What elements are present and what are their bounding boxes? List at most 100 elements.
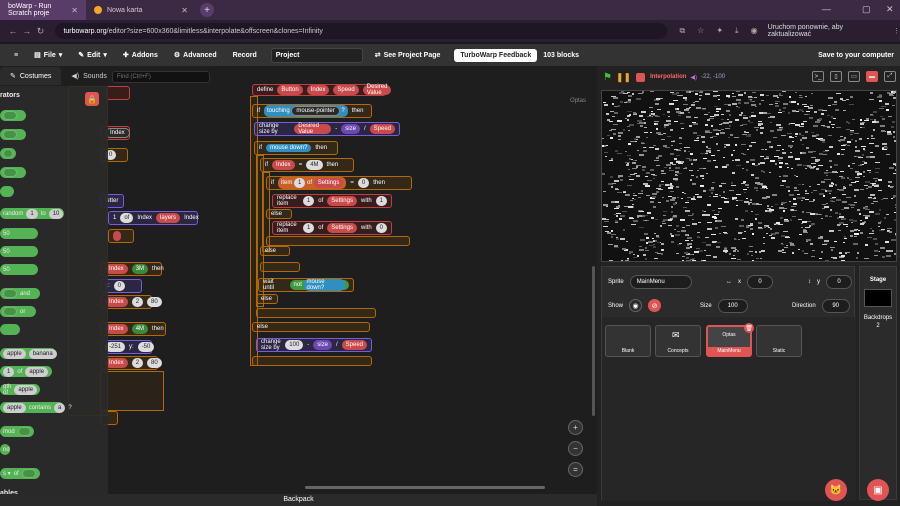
minimize-icon[interactable]: — bbox=[822, 4, 831, 14]
if-mouse-down-block[interactable]: if mouse down? then bbox=[254, 141, 338, 155]
palette-block[interactable] bbox=[0, 186, 14, 197]
code-workspace[interactable]: ✎ Costumes ◀) Sounds Find (Ctrl+F) Index 0… bbox=[0, 66, 597, 494]
bookmark-star-icon[interactable]: ☆ bbox=[697, 26, 704, 36]
extensions-icon[interactable]: ✦ bbox=[716, 26, 723, 36]
reload-icon[interactable]: ↻ bbox=[34, 26, 48, 37]
stage-canvas[interactable] bbox=[601, 90, 897, 262]
see-project-page-button[interactable]: ⇄ See Project Page bbox=[367, 51, 449, 60]
palette-block[interactable]: 50 bbox=[0, 228, 38, 239]
if-end bbox=[260, 262, 300, 272]
zoom-in-icon[interactable]: + bbox=[568, 420, 583, 435]
close-window-icon[interactable]: ✕ bbox=[886, 4, 894, 15]
x-input[interactable]: 0 bbox=[747, 275, 773, 289]
math-of-block[interactable]: s ▾ of bbox=[0, 468, 40, 479]
sprite-name-input[interactable]: MainMenu bbox=[629, 275, 692, 289]
palette-block[interactable]: 50 bbox=[0, 264, 38, 275]
lock-icon[interactable]: 🔒 bbox=[85, 92, 99, 106]
file-menu[interactable]: ▤ File ▾ bbox=[26, 51, 70, 60]
close-tab-icon[interactable]: ✕ bbox=[181, 6, 188, 15]
if-index-3m-block[interactable]: Index 3M then bbox=[100, 262, 164, 276]
sprite-tile-blank[interactable]: Blank bbox=[605, 325, 651, 357]
if-touching-block[interactable]: if touching mouse-pointer ? then bbox=[252, 104, 372, 118]
if-item-of-settings-block[interactable]: if item 1 of Settings = 0 then bbox=[266, 176, 412, 190]
zoom-reset-icon[interactable]: = bbox=[568, 462, 583, 477]
join-block[interactable]: apple banana bbox=[0, 348, 57, 359]
find-input[interactable]: Find (Ctrl+F) bbox=[112, 71, 210, 83]
fullscreen-icon[interactable]: ⤢ bbox=[884, 71, 896, 82]
define-block[interactable]: define Button Index Speed Desired Value bbox=[252, 84, 392, 96]
browser-tab-turbowarp[interactable]: boWarp - Run Scratch proje ✕ bbox=[0, 0, 86, 20]
if-index-block[interactable]: if Index = 4M then bbox=[260, 158, 354, 172]
sprite-tile-concepts[interactable]: ✉ Concepts bbox=[655, 325, 701, 357]
y-input[interactable]: 0 bbox=[826, 275, 852, 289]
tab-costumes[interactable]: ✎ Costumes bbox=[0, 67, 62, 85]
profile-icon[interactable]: ◉ bbox=[751, 26, 758, 36]
not-block[interactable] bbox=[0, 324, 20, 335]
change-size-block[interactable]: change size by Desired Value - size / Sp… bbox=[254, 122, 400, 136]
contains-block[interactable]: apple contains a? bbox=[0, 402, 72, 413]
stop-icon[interactable] bbox=[636, 72, 646, 82]
stage-selector[interactable]: Stage Backdrops 2 bbox=[859, 266, 897, 500]
maximize-icon[interactable]: ▢ bbox=[862, 4, 871, 15]
script-block[interactable] bbox=[106, 86, 130, 100]
script-block[interactable]: Index 2 80 bbox=[100, 356, 162, 370]
feedback-button[interactable]: TurboWarp Feedback bbox=[454, 48, 538, 62]
small-stage-icon[interactable]: ▯ bbox=[830, 71, 842, 82]
script-block[interactable] bbox=[108, 229, 134, 243]
replace-item-block[interactable]: replace item 1 of Settings with 1 bbox=[272, 194, 392, 208]
save-to-computer-button[interactable]: Save to your computer bbox=[818, 52, 894, 59]
letter-of-block[interactable]: 1 of apple bbox=[0, 366, 52, 377]
record-button[interactable]: Record bbox=[225, 52, 265, 59]
sprite-tile-static[interactable]: Static bbox=[756, 325, 802, 357]
install-app-icon[interactable]: ⧉ bbox=[679, 26, 685, 36]
logo-icon[interactable]: ≡ bbox=[0, 52, 26, 59]
palette-block[interactable] bbox=[0, 148, 16, 159]
add-sprite-button[interactable]: 🐱 bbox=[825, 479, 847, 501]
vertical-scrollbar[interactable] bbox=[592, 266, 595, 416]
if-index-4m-block[interactable]: Index 4M then bbox=[100, 322, 166, 336]
addons-button[interactable]: ✚ Addons bbox=[115, 51, 166, 60]
letter-of-block[interactable]: 1 of Index layers Index bbox=[108, 211, 199, 225]
pause-icon[interactable]: ❚❚ bbox=[616, 72, 631, 83]
palette-block[interactable] bbox=[0, 110, 26, 121]
delete-sprite-icon[interactable]: 🗑 bbox=[744, 323, 754, 333]
and-block[interactable]: and bbox=[0, 288, 40, 299]
round-block[interactable]: nd bbox=[0, 444, 10, 455]
close-tab-icon[interactable]: ✕ bbox=[71, 6, 78, 15]
sprite-tile-mainmenu[interactable]: Optas MainMenu 🗑 bbox=[706, 323, 754, 357]
forward-icon[interactable]: → bbox=[20, 26, 34, 36]
browser-menu-icon[interactable]: ⋮ bbox=[893, 27, 900, 35]
browser-tab-new[interactable]: Nowa karta ✕ bbox=[86, 0, 196, 20]
debug-icon[interactable]: >_ bbox=[812, 71, 824, 82]
new-tab-button[interactable]: + bbox=[200, 3, 214, 17]
show-eye-icon[interactable]: ◉ bbox=[629, 299, 643, 312]
normal-stage-icon[interactable]: ▭ bbox=[848, 71, 860, 82]
zoom-out-icon[interactable]: − bbox=[568, 441, 583, 456]
project-title-input[interactable]: Project bbox=[270, 47, 363, 63]
hide-eye-icon[interactable]: ⊘ bbox=[648, 299, 662, 312]
pick-random-block[interactable]: random 1 to 10 bbox=[0, 208, 64, 219]
advanced-menu[interactable]: ⚙ Advanced bbox=[166, 51, 225, 60]
palette-block[interactable] bbox=[0, 129, 26, 140]
backpack-bar[interactable]: Backpack bbox=[0, 494, 597, 506]
large-stage-icon[interactable]: ▬ bbox=[866, 71, 878, 82]
wait-until-block[interactable]: wait until not mouse down? bbox=[258, 278, 354, 292]
replace-item-block[interactable]: replace item 1 of Settings with 0 bbox=[272, 221, 392, 235]
green-flag-icon[interactable]: ⚑ bbox=[603, 72, 612, 83]
or-block[interactable]: or bbox=[0, 306, 36, 317]
update-browser-button[interactable]: Uruchom ponownie, aby zaktualizować bbox=[768, 24, 887, 38]
download-icon[interactable]: ⤓ bbox=[735, 26, 739, 36]
palette-block[interactable] bbox=[0, 167, 26, 178]
url-field[interactable]: turbowarp.org/editor?size=600x360&limitl… bbox=[55, 23, 668, 39]
horizontal-scrollbar[interactable] bbox=[305, 486, 545, 489]
mod-block[interactable]: mod bbox=[0, 426, 34, 437]
direction-input[interactable]: 90 bbox=[821, 299, 850, 313]
edit-menu[interactable]: ✎ Edit ▾ bbox=[70, 51, 115, 60]
length-of-block[interactable]: gth of apple bbox=[0, 384, 40, 396]
back-icon[interactable]: ← bbox=[6, 26, 20, 36]
palette-block[interactable]: 50 bbox=[0, 246, 38, 257]
change-size-block[interactable]: change size by 100 - size / Speed bbox=[256, 338, 372, 352]
add-backdrop-button[interactable]: ▣ bbox=[867, 479, 889, 501]
tab-sounds[interactable]: ◀) Sounds bbox=[61, 67, 116, 85]
size-input[interactable]: 100 bbox=[717, 299, 748, 313]
